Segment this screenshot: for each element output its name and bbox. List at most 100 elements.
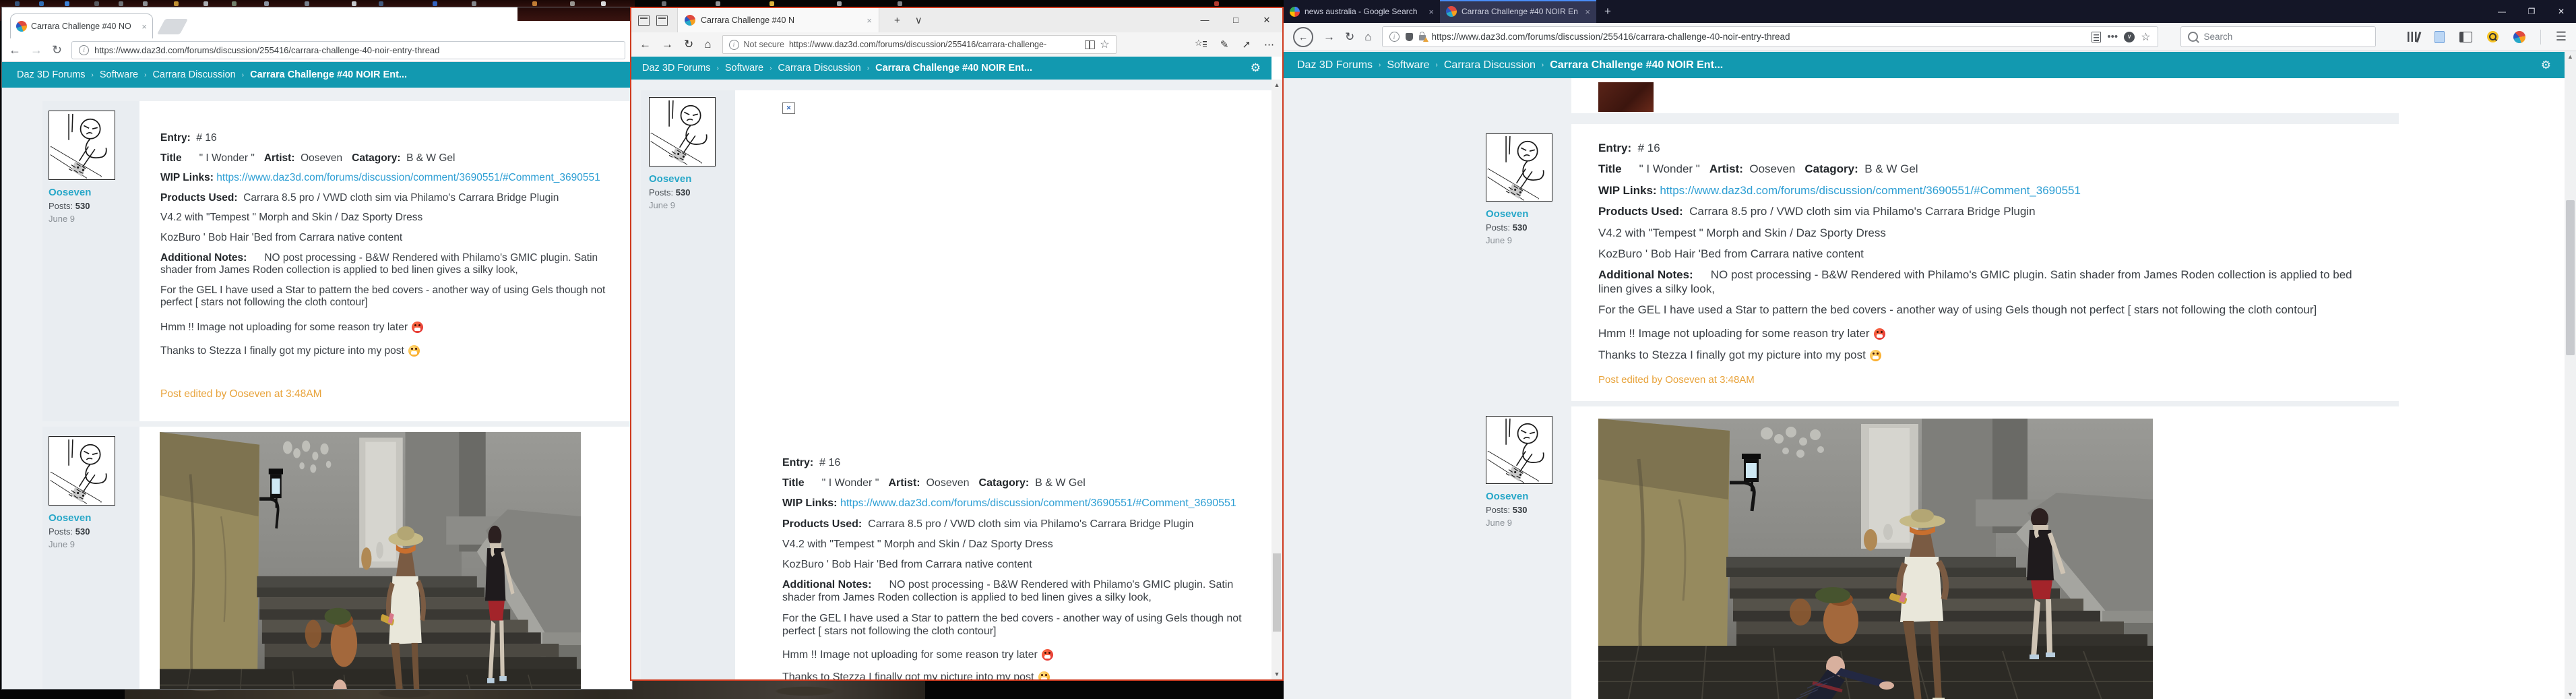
close-button[interactable]: ✕	[1251, 15, 1282, 26]
username-link[interactable]: Ooseven	[49, 512, 139, 524]
desktop-icon[interactable]	[716, 1, 720, 6]
web-note-icon[interactable]: ✎	[1220, 38, 1229, 51]
broken-image-icon[interactable]: ✕	[782, 102, 795, 114]
desktop-icon[interactable]	[143, 1, 148, 6]
forward-icon[interactable]: →	[30, 44, 42, 56]
home-icon[interactable]: ⌂	[704, 38, 711, 51]
avatar[interactable]	[49, 111, 115, 180]
username-link[interactable]: Ooseven	[1486, 491, 1571, 502]
scroll-down-arrow[interactable]: ▼	[2565, 691, 2576, 698]
address-bar[interactable]: i Not secure https://www.daz3d.com/forum…	[722, 35, 1117, 54]
page-info-icon[interactable]: i	[728, 39, 739, 50]
breadcrumb-forums[interactable]: Daz 3D Forums	[17, 69, 86, 80]
breadcrumb-software[interactable]: Software	[1387, 59, 1429, 71]
username-link[interactable]: Ooseven	[49, 187, 139, 198]
settings-more-icon[interactable]: ⋯	[1264, 38, 1274, 51]
desktop-icon[interactable]	[898, 1, 902, 6]
new-tab-button[interactable]	[156, 19, 189, 34]
page-info-icon[interactable]: i	[1389, 32, 1400, 42]
scroll-up-arrow[interactable]: ▲	[1271, 82, 1282, 88]
back-icon[interactable]: ←	[1293, 26, 1313, 47]
desktop-icon[interactable]	[837, 1, 842, 6]
breadcrumb-software[interactable]: Software	[725, 63, 763, 73]
desktop-icon[interactable]	[119, 1, 123, 6]
new-tab-button[interactable]: +	[1604, 5, 1611, 18]
desktop-icon[interactable]	[769, 1, 774, 6]
share-icon[interactable]: ↗	[1242, 38, 1251, 51]
desktop-icon[interactable]	[174, 1, 179, 6]
chrome-tab-active[interactable]: Carrara Challenge #40 NO ×	[10, 13, 153, 38]
refresh-icon[interactable]: ↻	[1345, 30, 1354, 44]
desktop-icon[interactable]	[203, 1, 208, 6]
previous-post-image[interactable]	[1598, 82, 1654, 112]
breadcrumb-forums[interactable]: Daz 3D Forums	[642, 63, 711, 73]
minimize-button[interactable]: —	[2487, 7, 2517, 16]
scroll-down-arrow[interactable]: ▼	[1271, 671, 1282, 677]
reader-view-icon[interactable]	[2092, 31, 2102, 42]
tracking-shield-icon[interactable]	[1405, 32, 1413, 41]
breadcrumb-carrara[interactable]: Carrara Discussion	[152, 69, 235, 80]
username-link[interactable]: Ooseven	[1486, 208, 1571, 220]
menu-icon[interactable]: ☰	[2556, 30, 2567, 44]
desktop-icon[interactable]	[472, 1, 476, 6]
noir-render-image[interactable]	[1598, 419, 2153, 699]
tabs-set-aside-icon[interactable]	[638, 15, 650, 26]
desktop-icon[interactable]	[65, 1, 69, 6]
tab-close-icon[interactable]: ×	[867, 16, 872, 26]
breadcrumb-forums[interactable]: Daz 3D Forums	[1297, 59, 1373, 71]
tab-google-search[interactable]: news australia - Google Search ×	[1284, 0, 1440, 23]
desktop-icon[interactable]	[601, 1, 606, 6]
search-input[interactable]: Search	[2180, 26, 2376, 47]
scroll-up-arrow[interactable]: ▲	[2565, 53, 2576, 60]
avatar[interactable]	[1486, 416, 1552, 485]
desktop-icon[interactable]	[39, 1, 44, 6]
reading-view-icon[interactable]	[1085, 40, 1096, 49]
desktop-icon[interactable]	[433, 1, 437, 6]
edge-tab-active[interactable]: Carrara Challenge #40 N ×	[677, 8, 879, 32]
wip-link[interactable]: https://www.daz3d.com/forums/discussion/…	[1660, 184, 2081, 197]
forward-icon[interactable]: →	[1323, 30, 1335, 44]
avatar[interactable]	[649, 97, 716, 166]
wip-link[interactable]: https://www.daz3d.com/forums/discussion/…	[840, 497, 1236, 509]
refresh-icon[interactable]: ↻	[684, 38, 693, 51]
home-icon[interactable]: ⌂	[1364, 30, 1371, 44]
extension-icon[interactable]	[2513, 30, 2525, 43]
gear-icon[interactable]: ⚙	[1251, 61, 1261, 75]
avatar[interactable]	[49, 435, 115, 506]
insecure-lock-icon[interactable]	[1418, 32, 1428, 42]
desktop-icon[interactable]	[15, 1, 20, 6]
maximize-button[interactable]: □	[1220, 15, 1251, 26]
desktop-icon[interactable]	[1214, 1, 1219, 6]
close-button[interactable]: ✕	[2546, 7, 2576, 16]
back-icon[interactable]: ←	[639, 38, 651, 51]
bookmark-star-icon[interactable]: ☆	[2141, 30, 2150, 44]
scrollbar-thumb[interactable]	[2566, 200, 2575, 355]
sidebars-icon[interactable]	[2459, 31, 2472, 42]
gear-icon[interactable]: ⚙	[2541, 59, 2551, 72]
desktop-icon[interactable]	[570, 1, 575, 6]
tabs-preview-icon[interactable]	[656, 15, 668, 26]
wip-link[interactable]: https://www.daz3d.com/forums/discussion/…	[216, 172, 600, 183]
tab-close-icon[interactable]: ×	[1585, 7, 1590, 17]
library-icon[interactable]	[2407, 32, 2420, 42]
breadcrumb-software[interactable]: Software	[100, 69, 138, 80]
favorite-star-icon[interactable]: ☆	[1100, 38, 1109, 51]
desktop-icon[interactable]	[532, 1, 537, 6]
username-link[interactable]: Ooseven	[649, 173, 735, 185]
tab-carrara-active[interactable]: Carrara Challenge #40 NOIR En ×	[1440, 0, 1596, 23]
new-tab-button[interactable]: +	[894, 15, 900, 26]
tab-close-icon[interactable]: ×	[142, 22, 147, 32]
page-info-icon[interactable]: i	[79, 44, 90, 55]
restore-button[interactable]: ❐	[2517, 7, 2546, 16]
minimize-button[interactable]: —	[1189, 15, 1220, 26]
page-actions-icon[interactable]: •••	[2107, 31, 2118, 42]
desktop-icon[interactable]	[305, 1, 309, 6]
back-icon[interactable]: ←	[9, 44, 21, 56]
scrollbar-thumb[interactable]	[1273, 553, 1281, 632]
hub-favorites-icon[interactable]	[1195, 38, 1207, 49]
tab-close-icon[interactable]: ×	[1428, 7, 1434, 17]
desktop-icon[interactable]	[264, 1, 269, 6]
reload-icon[interactable]: ↻	[52, 44, 62, 56]
avatar[interactable]	[1486, 133, 1552, 202]
address-bar[interactable]: i https://www.daz3d.com/forums/discussio…	[1381, 26, 2158, 47]
